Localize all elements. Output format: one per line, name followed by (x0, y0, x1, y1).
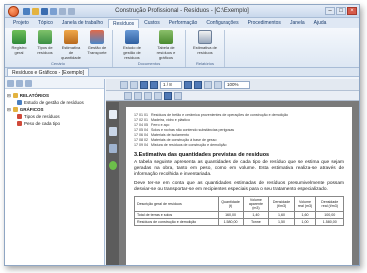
zoom-select[interactable]: 100% (224, 80, 250, 89)
ribbon: Registro geral Tipos de resíduos Estimat… (5, 28, 359, 68)
tab-custos[interactable]: Custos (140, 19, 164, 28)
maximize-button[interactable]: □ (336, 7, 346, 15)
undo-icon[interactable] (59, 7, 66, 15)
tree-toolbar (5, 79, 104, 89)
tree-item-graficos[interactable]: ⊟ GRÁFICOS (7, 106, 102, 113)
collapse-toggle-icon[interactable]: ⊟ (7, 107, 11, 113)
hand-tool-icon[interactable] (124, 91, 132, 100)
print-icon[interactable] (50, 7, 57, 15)
paragraph: A tabela seguinte apresenta as quantidad… (134, 160, 344, 177)
export-icon[interactable] (130, 80, 138, 89)
tab-ajuda[interactable]: Ajuda (310, 19, 331, 28)
page-number-field[interactable]: 1 / 8 (160, 80, 182, 89)
expand-icon[interactable] (7, 80, 14, 87)
table-row: Resíduos de construção e demolição 1.580… (134, 218, 344, 226)
document-viewer: 1 / 8 100% 17 01 01 Resíduos de betão e c… (106, 79, 359, 265)
thumbnails-icon[interactable] (108, 110, 117, 119)
ribbon-group-cenario: Registro geral Tipos de resíduos Estimat… (8, 30, 113, 67)
tab-performacao[interactable]: Performação (165, 19, 202, 28)
save-icon[interactable] (41, 7, 48, 15)
tipos-residuos-button[interactable]: Tipos de resíduos (34, 30, 56, 61)
open-icon[interactable] (32, 7, 39, 15)
paragraph: Deve ter-se em conta que as quantidades … (134, 181, 344, 192)
single-page-icon[interactable] (204, 80, 212, 89)
registry-icon (12, 30, 26, 44)
next-page-icon[interactable] (184, 80, 192, 89)
registro-geral-button[interactable]: Registro geral (8, 30, 30, 61)
zoom-out-icon[interactable] (144, 91, 152, 100)
group-title-cenario: Cenário (50, 61, 65, 66)
app-menu-button[interactable] (8, 5, 19, 17)
title-bar: Construção Profissional - Resíduos - [C:… (5, 5, 359, 18)
waste-estimate-table: Descrição geral de resíduos Quantidade (… (134, 196, 344, 226)
report-icon (17, 100, 22, 105)
chart-icon (159, 30, 173, 44)
tab-residuos[interactable]: Resíduos (108, 19, 140, 28)
report-tree: ⊟ RELATÓRIOS Estudo de gestão de resíduo… (5, 89, 104, 130)
report-icon (198, 30, 212, 44)
tree-item-estudo[interactable]: Estudo de gestão de resíduos (7, 99, 102, 106)
tab-procedimentos[interactable]: Procedimentos (244, 19, 285, 28)
viewer-toolbar-bottom (106, 91, 359, 101)
pie-chart-icon (17, 114, 22, 119)
table-header-row: Descrição geral de resíduos Quantidade (… (134, 196, 344, 212)
tabela-graficos-button[interactable]: Tabela de resíduos e gráficos (151, 30, 181, 61)
document-tab[interactable]: Resíduos e Gráficos - [Exemplo] (7, 68, 89, 76)
tree-item-tipos[interactable]: Tipos de resíduos (7, 113, 102, 120)
print-icon[interactable] (120, 80, 128, 89)
waste-types-icon (38, 30, 52, 44)
multi-page-icon[interactable] (214, 80, 222, 89)
zoom-in-icon[interactable] (134, 91, 142, 100)
refresh-icon[interactable] (25, 80, 32, 87)
collapse-icon[interactable] (16, 80, 23, 87)
quick-access-toolbar (23, 7, 75, 15)
minimize-button[interactable]: – (325, 7, 335, 15)
redo-icon[interactable] (68, 7, 75, 15)
group-title-relatorios: Relatórios (195, 61, 214, 66)
collapse-toggle-icon[interactable]: ⊟ (7, 93, 11, 99)
estimativa-residuos-button[interactable]: Estimativa de resíduos (190, 30, 220, 61)
list-item: 17 09 04 Mistura de resíduos de construçã… (134, 143, 227, 147)
tree-item-relatorios[interactable]: ⊟ RELATÓRIOS (7, 92, 102, 99)
attachments-icon[interactable] (108, 144, 117, 153)
tab-janela[interactable]: Janela (286, 19, 309, 28)
viewer-sidebar (106, 102, 119, 265)
fit-width-icon[interactable] (164, 91, 172, 100)
table-row: Total de terras e solos 160,00 1,40 1,60… (134, 211, 344, 219)
section-heading: 3.Estimativa das quantidades previstas d… (134, 152, 270, 158)
tree-item-peso[interactable]: Peso de cada tipo (7, 120, 102, 127)
report-tree-panel: ⊟ RELATÓRIOS Estudo de gestão de resíduo… (5, 79, 105, 265)
application-window: Construção Profissional - Resíduos - [C:… (4, 4, 360, 266)
estudo-gestao-button[interactable]: Estudo de gestão de resíduos (117, 30, 147, 61)
tab-topico[interactable]: Tópico (34, 19, 57, 28)
search-icon[interactable] (154, 91, 162, 100)
tab-janela-trabalho[interactable]: Janela de trabalho (58, 19, 107, 28)
gestao-transporte-button[interactable]: Gestão de Transporte (86, 30, 108, 61)
group-title-documentos: Documentos (137, 61, 161, 66)
prev-page-icon[interactable] (150, 80, 158, 89)
folder-icon (12, 107, 18, 112)
truck-icon (90, 30, 104, 44)
ribbon-group-documentos: Estudo de gestão de resíduos Tabela de r… (117, 30, 186, 67)
viewer-toolbar-top: 1 / 8 100% (106, 79, 359, 91)
tab-projeto[interactable]: Projeto (9, 19, 33, 28)
bar-chart-icon (17, 121, 22, 126)
document-icon (125, 30, 139, 44)
bookmarks-icon[interactable] (108, 127, 117, 136)
ribbon-tabs: Projeto Tópico Janela de trabalho Resídu… (5, 18, 359, 28)
tab-configuracoes[interactable]: Configurações (202, 19, 242, 28)
folder-icon (12, 93, 18, 98)
last-page-icon[interactable] (194, 80, 202, 89)
ribbon-group-relatorios: Estimativa de resíduos Relatórios (190, 30, 225, 67)
estimativa-quantidade-button[interactable]: Estimativa de quantidade (60, 30, 82, 61)
document-tab-strip: Resíduos e Gráficos - [Exemplo] (5, 68, 359, 77)
document-page: 17 01 01 Resíduos de betão e cerâmica pro… (126, 107, 352, 265)
new-icon[interactable] (23, 7, 30, 15)
first-page-icon[interactable] (140, 80, 148, 89)
status-icon (108, 161, 117, 170)
fit-page-icon[interactable] (174, 91, 182, 100)
quantity-icon (64, 30, 78, 44)
close-button[interactable]: × (347, 7, 357, 15)
